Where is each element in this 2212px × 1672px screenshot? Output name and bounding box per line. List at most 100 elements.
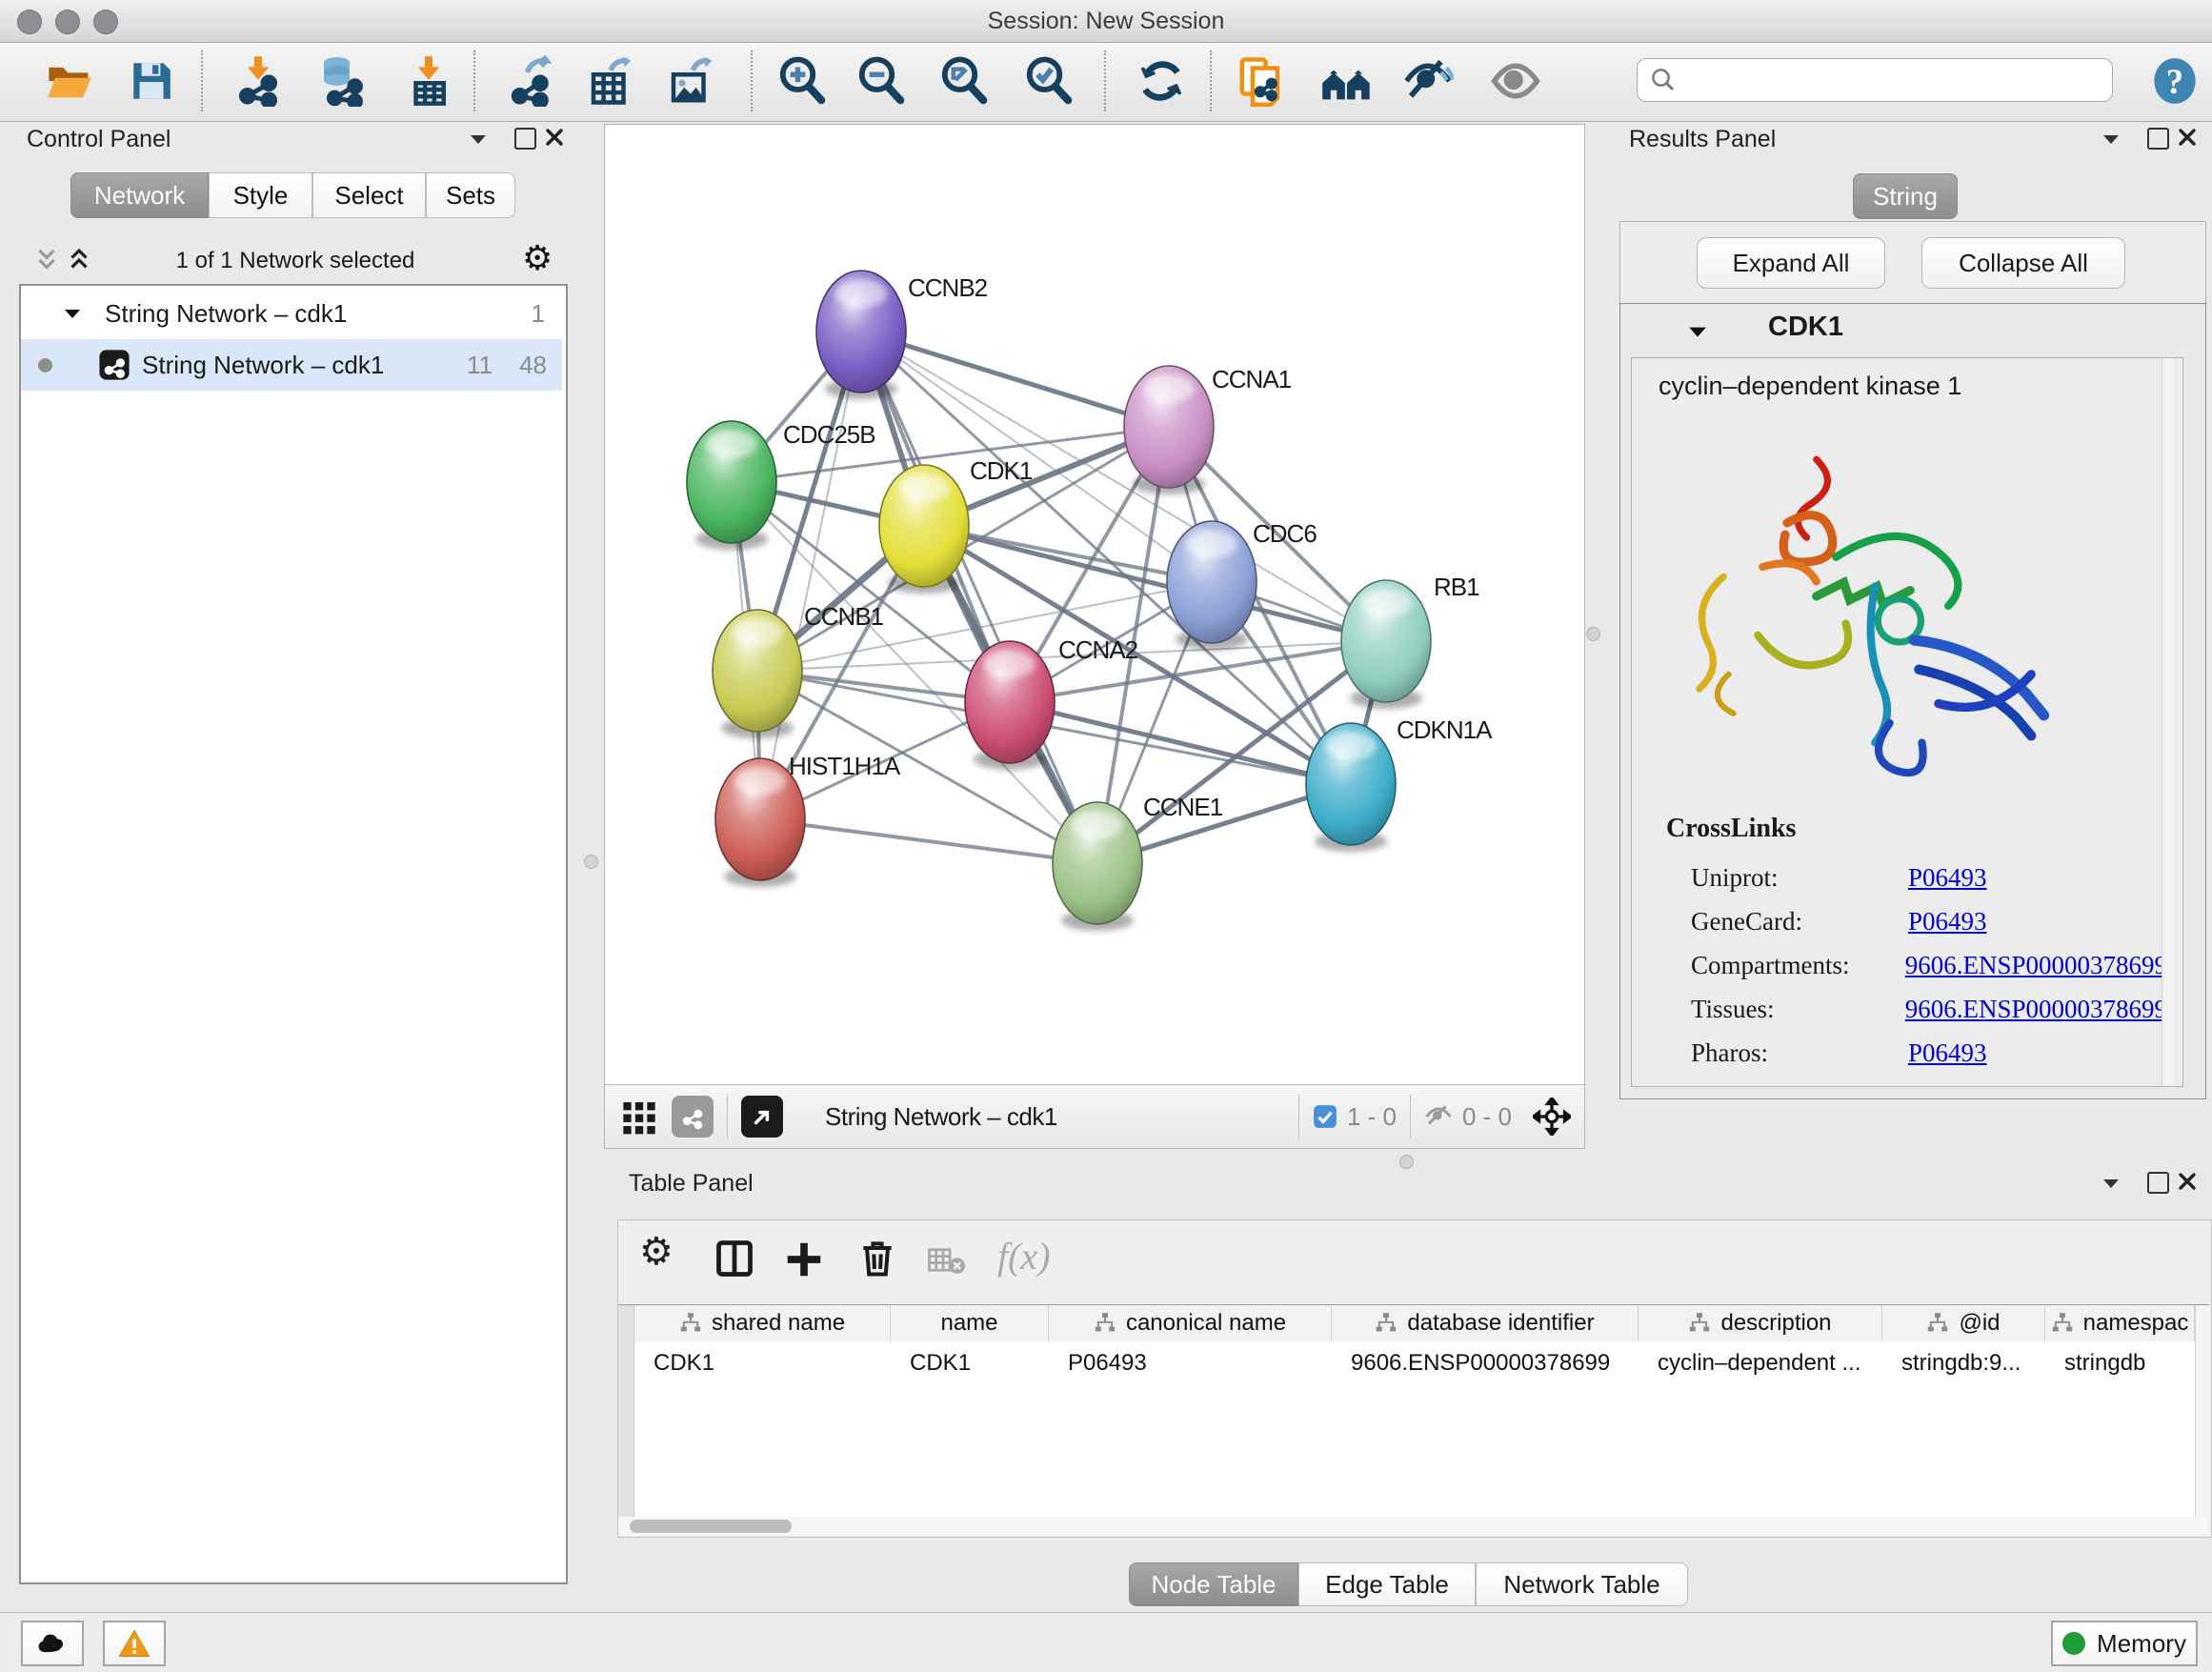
results-vertical-scrollbar[interactable]: [2162, 358, 2174, 1086]
table-panel-float-icon[interactable]: [2147, 1172, 2169, 1194]
selected-checkbox-icon[interactable]: [1313, 1104, 1337, 1129]
column-header-name[interactable]: name: [891, 1305, 1049, 1341]
network-node-CDKN1A[interactable]: [1306, 723, 1396, 852]
zoom-fit-icon[interactable]: [936, 52, 992, 110]
control-panel-float-icon[interactable]: [514, 128, 536, 150]
network-node-CCNA1[interactable]: [1124, 366, 1214, 494]
crosslink-link[interactable]: 9606.ENSP00000378699: [1905, 951, 2167, 980]
control-panel-caret-icon[interactable]: [469, 133, 488, 145]
open-session-icon[interactable]: [42, 52, 97, 110]
table-horizontal-scrollbar[interactable]: [618, 1517, 2209, 1536]
tab-string[interactable]: String: [1853, 173, 1958, 219]
control-panel-close-icon[interactable]: [545, 128, 564, 147]
network-options-gear-icon[interactable]: ⚙: [522, 238, 553, 278]
grid-view-icon[interactable]: [620, 1098, 658, 1136]
tab-sets[interactable]: Sets: [426, 172, 515, 218]
tab-edge-table[interactable]: Edge Table: [1298, 1562, 1476, 1606]
scrollbar-thumb[interactable]: [630, 1520, 792, 1533]
zoom-selected-icon[interactable]: [1021, 52, 1076, 110]
delete-column-trash-icon[interactable]: [856, 1238, 898, 1279]
network-edge-CCNB2-HIST1H1A[interactable]: [760, 332, 861, 819]
search-input[interactable]: [1678, 66, 2091, 94]
warnings-button[interactable]: [103, 1621, 166, 1666]
collapse-all-button[interactable]: Collapse All: [1921, 237, 2125, 289]
show-columns-icon[interactable]: [714, 1238, 755, 1279]
table-cell[interactable]: CDK1: [891, 1342, 1049, 1384]
hide-selected-eye-slash-icon[interactable]: [1400, 52, 1456, 110]
import-network-from-file-icon[interactable]: [231, 52, 286, 110]
export-network-icon[interactable]: [504, 52, 559, 110]
fit-selected-crosshair-icon[interactable]: [1533, 1098, 1571, 1136]
export-table-icon[interactable]: [583, 52, 638, 110]
table-cell[interactable]: stringdb: [2045, 1342, 2195, 1384]
column-header-shared-name[interactable]: shared name: [634, 1305, 891, 1341]
memory-button[interactable]: Memory: [2051, 1621, 2198, 1666]
column-header-database-identifier[interactable]: database identifier: [1332, 1305, 1639, 1341]
table-panel-splitter-handle[interactable]: [1399, 1155, 1414, 1169]
tab-network-table[interactable]: Network Table: [1476, 1562, 1688, 1606]
network-edge-CCNB2-CCNE1[interactable]: [861, 332, 1097, 863]
network-share-view-icon[interactable]: [672, 1096, 714, 1138]
apply-layout-icon[interactable]: [1134, 52, 1189, 110]
tab-select[interactable]: Select: [312, 172, 426, 218]
clone-network-icon[interactable]: [1234, 52, 1289, 110]
crosslink-link[interactable]: P06493: [1908, 863, 1987, 893]
export-image-icon[interactable]: [663, 52, 718, 110]
cloud-status-button[interactable]: [21, 1621, 84, 1666]
zoom-out-icon[interactable]: [854, 52, 909, 110]
import-table-from-file-icon[interactable]: [401, 52, 456, 110]
control-panel-splitter-handle[interactable]: [584, 855, 598, 869]
table-cell[interactable]: P06493: [1049, 1342, 1332, 1384]
save-session-icon[interactable]: [124, 52, 179, 110]
table-settings-gear-icon[interactable]: ⚙: [639, 1230, 674, 1274]
add-column-icon[interactable]: [782, 1238, 826, 1281]
network-node-CCNB2[interactable]: [816, 271, 906, 399]
network-edge-HIST1H1A-CCNE1[interactable]: [760, 819, 1097, 863]
results-panel-splitter-handle[interactable]: [1586, 627, 1600, 641]
results-panel-float-icon[interactable]: [2147, 128, 2169, 150]
hidden-eye-slash-icon[interactable]: [1424, 1102, 1453, 1131]
toolbar-search-field[interactable]: [1637, 58, 2113, 102]
function-builder-icon[interactable]: f(x): [997, 1234, 1051, 1279]
column-header-canonical-name[interactable]: canonical name: [1049, 1305, 1332, 1341]
network-node-CDK1[interactable]: [879, 465, 969, 594]
tab-network[interactable]: Network: [70, 172, 209, 218]
import-network-from-database-icon[interactable]: [313, 52, 369, 110]
column-header-description[interactable]: description: [1639, 1305, 1882, 1341]
birdseye-view-icon[interactable]: [741, 1096, 783, 1138]
network-edge-CCNA2-CDKN1A[interactable]: [1010, 702, 1351, 784]
network-node-CCNB1[interactable]: [713, 610, 802, 738]
network-node-CDC25B[interactable]: [687, 421, 776, 550]
tab-node-table[interactable]: Node Table: [1129, 1562, 1298, 1606]
table-cell[interactable]: stringdb:9...: [1882, 1342, 2045, 1384]
table-vertical-scrollbar[interactable]: [2195, 1305, 2209, 1517]
show-all-eye-icon[interactable]: [1488, 52, 1543, 110]
network-row-selected[interactable]: String Network – cdk1 11 48: [21, 339, 562, 391]
crosslink-link[interactable]: P06493: [1908, 1038, 1987, 1068]
zoom-in-icon[interactable]: [774, 52, 830, 110]
table-cell[interactable]: cyclin–dependent ...: [1639, 1342, 1882, 1384]
collapse-all-networks-icon[interactable]: [34, 246, 59, 274]
delete-table-icon[interactable]: [928, 1245, 966, 1278]
network-collection-row[interactable]: String Network – cdk1 1: [21, 288, 562, 339]
network-node-CCNE1[interactable]: [1053, 802, 1142, 931]
protein-section-caret-icon[interactable]: [1687, 325, 1708, 338]
help-icon[interactable]: ?: [2147, 52, 2202, 110]
tree-expander-icon[interactable]: [63, 307, 82, 320]
table-panel-caret-icon[interactable]: [2101, 1178, 2121, 1189]
houses-icon[interactable]: [1319, 52, 1375, 110]
table-cell[interactable]: 9606.ENSP00000378699: [1332, 1342, 1639, 1384]
table-panel-close-icon[interactable]: [2178, 1172, 2197, 1191]
expand-all-button[interactable]: Expand All: [1697, 237, 1885, 289]
network-view-canvas[interactable]: CCNB2CCNA1CDC25BCDK1CDC6RB1CCNB1CCNA2CDK…: [604, 124, 1585, 1085]
results-panel-caret-icon[interactable]: [2101, 133, 2121, 145]
network-edge-CCNB2-CCNA1[interactable]: [861, 332, 1169, 427]
table-row[interactable]: CDK1CDK1P064939606.ENSP00000378699cyclin…: [634, 1342, 2195, 1384]
results-panel-close-icon[interactable]: [2178, 128, 2197, 147]
expand-all-networks-icon[interactable]: [67, 246, 91, 274]
table-cell[interactable]: CDK1: [634, 1342, 891, 1384]
column-header-namespac[interactable]: namespac: [2045, 1305, 2195, 1341]
tab-style[interactable]: Style: [209, 172, 312, 218]
column-header-@id[interactable]: @id: [1882, 1305, 2045, 1341]
crosslink-link[interactable]: 9606.ENSP00000378699: [1905, 995, 2167, 1024]
